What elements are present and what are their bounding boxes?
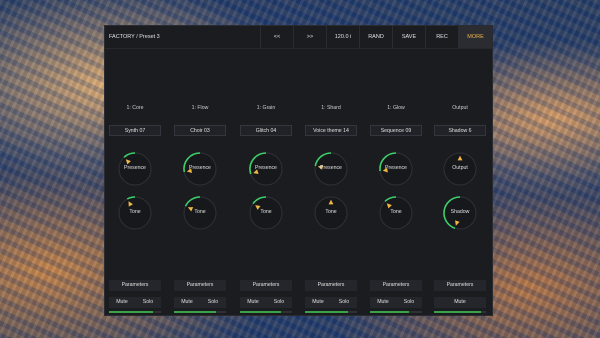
parameters-button[interactable]: Parameters — [109, 280, 161, 291]
level-meter-fill — [370, 311, 409, 313]
parameters-button[interactable]: Parameters — [174, 280, 226, 291]
knob-1[interactable]: Output — [442, 151, 478, 187]
mute-solo-group: Mute Solo — [370, 297, 422, 308]
channel-strip: 1: Shard Voice theme 14 Presence Tone Pa… — [303, 105, 359, 317]
knob-1[interactable]: Presence — [378, 151, 414, 187]
knob-1-label: Presence — [124, 165, 146, 171]
level-meter — [174, 311, 226, 313]
parameters-button[interactable]: Parameters — [434, 280, 486, 291]
level-meter — [240, 311, 292, 313]
sound-slot[interactable]: Choir 03 — [174, 125, 226, 136]
parameters-button[interactable]: Parameters — [305, 280, 357, 291]
preset-name[interactable]: FACTORY / Preset 3 — [105, 26, 260, 48]
mute-solo-group: Mute Solo — [240, 297, 292, 308]
solo-button[interactable]: Solo — [266, 297, 292, 308]
knob-2[interactable]: Tone — [117, 195, 153, 231]
knob-1[interactable]: Presence — [117, 151, 153, 187]
mute-button[interactable]: Mute — [240, 297, 266, 308]
tempo-field[interactable]: 120.0 i — [326, 26, 359, 48]
knob-2-label: Tone — [325, 209, 337, 215]
channel-name: 1: Shard — [321, 105, 341, 111]
level-meter — [370, 311, 422, 313]
parameters-button[interactable]: Parameters — [240, 280, 292, 291]
save-button[interactable]: SAVE — [392, 26, 425, 48]
rand-button[interactable]: RAND — [359, 26, 392, 48]
solo-button[interactable]: Solo — [200, 297, 226, 308]
knob-1[interactable]: Presence — [182, 151, 218, 187]
sound-slot[interactable]: Sequence 09 — [370, 125, 422, 136]
more-button[interactable]: MORE — [458, 26, 492, 48]
sound-slot[interactable]: Synth 07 — [109, 125, 161, 136]
mute-button[interactable]: Mute — [305, 297, 331, 308]
mute-solo-group: Mute Solo — [174, 297, 226, 308]
level-meter-fill — [109, 311, 154, 313]
mute-solo-group: Mute Solo — [109, 297, 161, 308]
solo-button[interactable]: Solo — [135, 297, 161, 308]
knob-1-label: Presence — [385, 165, 407, 171]
solo-button[interactable]: Solo — [331, 297, 357, 308]
sound-slot[interactable]: Voice theme 14 — [305, 125, 357, 136]
prev-preset-button[interactable]: << — [260, 26, 293, 48]
knob-2[interactable]: Tone — [313, 195, 349, 231]
knob-1[interactable]: Presence — [313, 151, 349, 187]
channel-strip: 1: Flow Choir 03 Presence Tone Parameter… — [172, 105, 228, 317]
mute-button[interactable]: Mute — [370, 297, 396, 308]
channel-name: 1: Grain — [256, 105, 276, 111]
knob-1-label: Presence — [255, 165, 277, 171]
rec-button[interactable]: REC — [425, 26, 458, 48]
knob-2-label: Tone — [129, 209, 141, 215]
level-meter — [109, 311, 161, 313]
knob-1-label: Output — [452, 165, 468, 171]
knob-1-label: Presence — [320, 165, 342, 171]
channel-strip: Output Shadow 6 Output Shadow Parameters… — [432, 105, 488, 317]
channel-name: Output — [452, 105, 468, 111]
channel-strip: 1: Glow Sequence 09 Presence Tone Parame… — [368, 105, 424, 317]
knob-2[interactable]: Tone — [182, 195, 218, 231]
solo-button[interactable]: Solo — [396, 297, 422, 308]
level-meter-fill — [434, 311, 481, 313]
mute-button[interactable]: Mute — [109, 297, 135, 308]
sound-slot[interactable]: Glitch 04 — [240, 125, 292, 136]
level-meter-fill — [240, 311, 281, 313]
channel-name: 1: Flow — [191, 105, 209, 111]
next-preset-button[interactable]: >> — [293, 26, 326, 48]
channel-strip: 1: Grain Glitch 04 Presence Tone Paramet… — [238, 105, 294, 317]
mixer-panel: FACTORY / Preset 3 << >> 120.0 i RAND SA… — [104, 25, 493, 316]
knob-2[interactable]: Tone — [248, 195, 284, 231]
mute-button[interactable]: Mute — [434, 297, 486, 308]
knob-1-label: Presence — [189, 165, 211, 171]
channel-name: 1: Glow — [387, 105, 405, 111]
knob-2[interactable]: Shadow — [442, 195, 478, 231]
level-meter-fill — [174, 311, 216, 313]
knob-2-label: Shadow — [450, 209, 470, 215]
mute-button[interactable]: Mute — [174, 297, 200, 308]
level-meter-fill — [305, 311, 348, 313]
channel-strip: 1: Core Synth 07 Presence Tone Parameter… — [107, 105, 163, 317]
knob-2-label: Tone — [194, 209, 206, 215]
channel-name: 1: Core — [126, 105, 144, 111]
level-meter — [305, 311, 357, 313]
knob-1[interactable]: Presence — [248, 151, 284, 187]
mute-solo-group: Mute — [434, 297, 486, 308]
mute-solo-group: Mute Solo — [305, 297, 357, 308]
sound-slot[interactable]: Shadow 6 — [434, 125, 486, 136]
knob-2-label: Tone — [260, 209, 272, 215]
toolbar: FACTORY / Preset 3 << >> 120.0 i RAND SA… — [105, 26, 492, 49]
knob-2-label: Tone — [390, 209, 402, 215]
level-meter — [434, 311, 486, 313]
knob-2[interactable]: Tone — [378, 195, 414, 231]
parameters-button[interactable]: Parameters — [370, 280, 422, 291]
